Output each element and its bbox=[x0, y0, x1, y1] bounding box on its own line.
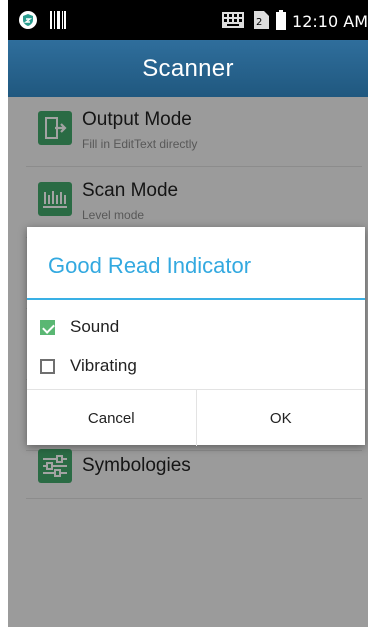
barcode-icon bbox=[50, 11, 66, 33]
app-title: Scanner bbox=[142, 54, 234, 82]
status-bar: 2 12:10 AM bbox=[8, 0, 368, 40]
option-vibrating[interactable]: Vibrating bbox=[40, 351, 137, 381]
cancel-button[interactable]: Cancel bbox=[27, 390, 196, 446]
svg-text:2: 2 bbox=[256, 17, 262, 28]
dialog-button-bar: Cancel OK bbox=[27, 389, 365, 446]
checkbox-vibrating[interactable] bbox=[40, 358, 55, 374]
sim-icon: 2 bbox=[252, 10, 270, 34]
keyboard-icon bbox=[222, 11, 246, 33]
dialog-title-divider bbox=[27, 298, 365, 300]
option-sound[interactable]: Sound bbox=[40, 312, 119, 342]
option-label: Vibrating bbox=[70, 356, 137, 375]
shield-app-icon bbox=[18, 10, 38, 34]
action-bar: Scanner bbox=[8, 40, 368, 97]
clock: 12:10 AM bbox=[292, 12, 368, 31]
checkbox-sound[interactable] bbox=[40, 319, 55, 335]
ok-button[interactable]: OK bbox=[195, 390, 366, 446]
option-label: Sound bbox=[70, 317, 120, 336]
good-read-dialog: Good Read Indicator Sound Vibrating Canc… bbox=[27, 227, 365, 446]
device-screen: 2 12:10 AM Scanner Output Mode Fill in E… bbox=[8, 0, 368, 627]
battery-icon bbox=[276, 10, 287, 34]
dialog-title: Good Read Indicator bbox=[48, 253, 252, 278]
